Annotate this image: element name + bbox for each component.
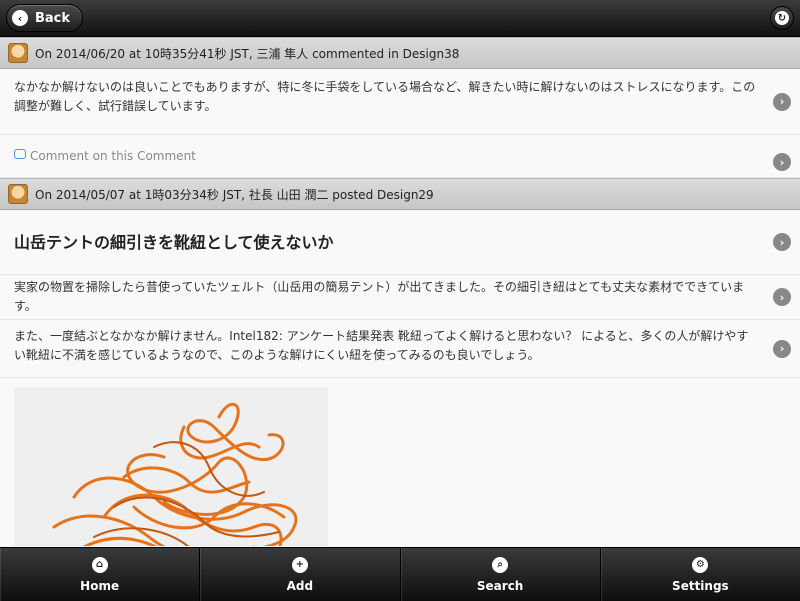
comment-bubble-icon — [14, 149, 26, 159]
activity-header-text: On 2014/06/20 at 10時35分41秒 JST, 三浦 隼人 co… — [35, 46, 460, 61]
refresh-icon: ↻ — [775, 11, 789, 25]
activity-header-comment: On 2014/06/20 at 10時35分41秒 JST, 三浦 隼人 co… — [0, 37, 800, 69]
activity-header-text: On 2014/05/07 at 1時03分34秒 JST, 社長 山田 潤二 … — [35, 187, 434, 202]
refresh-button[interactable]: ↻ — [770, 6, 794, 30]
tab-label: Settings — [672, 578, 729, 593]
chevron-right-icon: › — [773, 339, 791, 358]
post-paragraph-row[interactable]: また、一度結ぶとなかなか解けません。Intel182: アンケート結果発表 靴紐… — [0, 320, 800, 378]
post-image-row[interactable] — [0, 378, 800, 546]
back-button[interactable]: ‹ Back — [6, 4, 84, 32]
comment-row[interactable]: なかなか解けないのは良いことでもありますが、特に冬に手袋をしている場合など、解き… — [0, 69, 800, 135]
avatar — [8, 184, 28, 204]
chevron-right-icon: › — [773, 233, 791, 251]
tab-add[interactable]: + Add — [200, 548, 401, 601]
bottom-tab-bar: ⌂ Home + Add ⌕ Search ⚙ Settings — [0, 547, 800, 601]
post-title-row[interactable]: 山岳テントの細引きを靴紐として使えないか › — [0, 210, 800, 275]
comment-on-comment-link: Comment on this Comment — [30, 148, 196, 163]
gear-icon: ⚙ — [692, 556, 709, 573]
tab-label: Home — [80, 578, 120, 593]
tab-search[interactable]: ⌕ Search — [401, 548, 601, 601]
tab-home[interactable]: ⌂ Home — [0, 548, 201, 601]
chevron-left-icon: ‹ — [12, 10, 28, 26]
post-image — [14, 387, 328, 546]
search-icon: ⌕ — [492, 556, 509, 573]
activity-header-post: On 2014/05/07 at 1時03分34秒 JST, 社長 山田 潤二 … — [0, 178, 800, 210]
chevron-right-icon: › — [773, 153, 791, 171]
comment-on-comment-row[interactable]: Comment on this Comment › — [0, 135, 800, 178]
post-paragraph: 実家の物置を掃除したら昔使っていたツェルト（山岳用の簡易テント）が出てきました。… — [14, 280, 745, 313]
avatar — [8, 43, 28, 63]
back-label: Back — [35, 10, 71, 26]
post-paragraph-row[interactable]: 実家の物置を掃除したら昔使っていたツェルト（山岳用の簡易テント）が出てきました。… — [0, 275, 800, 320]
tab-label: Add — [286, 578, 314, 593]
home-icon: ⌂ — [91, 556, 108, 573]
comment-text: なかなか解けないのは良いことでもありますが、特に冬に手袋をしている場合など、解き… — [14, 80, 756, 113]
chevron-right-icon: › — [773, 92, 791, 111]
post-title: 山岳テントの細引きを靴紐として使えないか — [14, 232, 334, 252]
activity-feed: On 2014/06/20 at 10時35分41秒 JST, 三浦 隼人 co… — [0, 37, 800, 546]
plus-icon: + — [291, 556, 308, 573]
tab-label: Search — [476, 578, 524, 593]
post-paragraph: また、一度結ぶとなかなか解けません。Intel182: アンケート結果発表 靴紐… — [14, 329, 749, 362]
chevron-right-icon: › — [773, 288, 791, 306]
top-toolbar: ‹ Back ↻ — [0, 0, 800, 37]
tab-settings[interactable]: ⚙ Settings — [601, 548, 800, 601]
